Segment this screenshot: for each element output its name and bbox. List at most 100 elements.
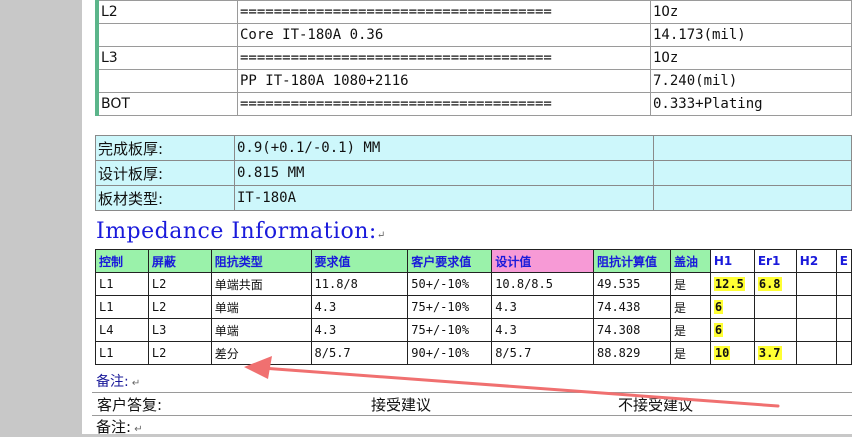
impedance-cell: L3	[147, 318, 212, 342]
impedance-cell: 50+/-10%	[407, 272, 493, 296]
impedance-cell: 74.438	[593, 295, 671, 319]
board-info-row: 完成板厚: 0.9(+0.1/-0.1) MM	[95, 135, 852, 161]
highlighted-value: 12.5	[713, 277, 745, 291]
impedance-cell	[795, 295, 837, 319]
impedance-cell: 11.8/8	[310, 272, 409, 296]
board-info-empty	[653, 185, 852, 211]
board-info-label: 完成板厚:	[95, 135, 235, 161]
impedance-row: L4 L3 单端 4.3 75+/-10% 4.3 74.308 是 6	[95, 318, 852, 342]
stackup-row: L3 ===================================== 1…	[96, 46, 852, 70]
customer-reply-label: 客户答复:	[97, 396, 163, 414]
board-info-row: 板材类型: IT-180A	[95, 185, 852, 211]
impedance-row: L1 L2 差分 8/5.7 90+/-10% 8/5.7 88.829 是 10 3.7	[95, 341, 852, 365]
stackup-table: L2 ===================================== 1…	[95, 0, 852, 116]
stackup-row: BOT =====================================…	[96, 92, 852, 116]
highlighted-value: 3.7	[757, 346, 782, 360]
stackup-material: =====================================	[237, 0, 651, 24]
impedance-cell: 4.3	[491, 295, 594, 319]
stackup-layer	[96, 23, 238, 47]
impedance-cell: 是	[669, 341, 711, 365]
highlighted-value: 6	[713, 300, 724, 314]
highlighted-value: 6	[713, 323, 724, 337]
impedance-header-cell: 屏蔽	[147, 249, 212, 273]
impedance-header-cell: 阻抗计算值	[593, 249, 671, 273]
board-info-value: 0.9(+0.1/-0.1) MM	[234, 135, 654, 161]
impedance-header-cell: 控制	[95, 249, 149, 273]
stackup-layer	[96, 69, 238, 93]
impedance-cell: 74.308	[593, 318, 671, 342]
impedance-header-cell: H2	[795, 249, 837, 273]
board-info-value: IT-180A	[234, 185, 654, 211]
impedance-header-cell: 设计值	[491, 249, 594, 273]
stackup-value: 0.333+Plating	[650, 92, 852, 116]
paragraph-mark-icon: ↵	[376, 230, 386, 241]
impedance-cell: 90+/-10%	[407, 341, 493, 365]
impedance-cell: 4.3	[310, 318, 409, 342]
impedance-cell: 6	[709, 295, 755, 319]
reject-suggestion-option[interactable]: 不接受建议	[618, 394, 693, 415]
impedance-cell: 12.5	[709, 272, 755, 296]
impedance-cell: L4	[95, 318, 149, 342]
stackup-row: Core IT-180A 0.36 14.173(mil)	[96, 23, 852, 47]
stackup-material: PP IT-180A 1080+2116	[237, 69, 651, 93]
impedance-cell	[835, 272, 852, 296]
impedance-cell: 是	[669, 295, 711, 319]
impedance-cell	[753, 318, 797, 342]
impedance-cell	[835, 318, 852, 342]
impedance-header-row: 控制 屏蔽 阻抗类型 要求值 客户要求值 设计值 阻抗计算值 盖油 H1 Er1 H2 E	[95, 249, 852, 273]
customer-reply-row	[92, 392, 852, 416]
impedance-header-cell: H1	[709, 249, 755, 273]
stackup-material: Core IT-180A 0.36	[237, 23, 651, 47]
impedance-row: L1 L2 单端共面 11.8/8 50+/-10% 10.8/8.5 49.535 是 12.…	[95, 272, 852, 296]
impedance-cell	[835, 341, 852, 365]
stackup-material: =====================================	[237, 46, 651, 70]
impedance-cell: 75+/-10%	[407, 295, 493, 319]
impedance-cell: L1	[95, 272, 149, 296]
impedance-cell: 6.8	[753, 272, 797, 296]
impedance-cell: 88.829	[593, 341, 671, 365]
stackup-layer: L2	[96, 0, 238, 24]
board-info-label: 设计板厚:	[95, 160, 235, 186]
impedance-cell: 49.535	[593, 272, 671, 296]
impedance-cell: 3.7	[753, 341, 797, 365]
stackup-row: L2 ===================================== 1…	[96, 0, 852, 24]
impedance-cell: 6	[709, 318, 755, 342]
impedance-cell: 4.3	[310, 295, 409, 319]
board-info-label: 板材类型:	[95, 185, 235, 211]
impedance-cell: L2	[147, 272, 212, 296]
board-info-table: 完成板厚: 0.9(+0.1/-0.1) MM 设计板厚: 0.815 MM 板材类型:…	[95, 135, 852, 211]
impedance-cell	[795, 341, 837, 365]
paragraph-mark-icon: ↵	[128, 378, 141, 389]
impedance-header-cell: Er1	[753, 249, 797, 273]
highlighted-value: 10	[713, 346, 731, 360]
stackup-value: 1Oz	[650, 0, 852, 24]
highlighted-value: 6.8	[757, 277, 782, 291]
impedance-cell: 8/5.7	[310, 341, 409, 365]
paragraph-mark-icon: ↵	[131, 424, 143, 435]
impedance-table: 控制 屏蔽 阻抗类型 要求值 客户要求值 设计值 阻抗计算值 盖油 H1 Er1 H2 E L1 L2 单…	[95, 249, 852, 365]
impedance-cell: L1	[95, 295, 149, 319]
impedance-header-cell: 阻抗类型	[210, 249, 312, 273]
stackup-layer: BOT	[96, 92, 238, 116]
impedance-cell	[753, 295, 797, 319]
impedance-cell: 8/5.7	[491, 341, 594, 365]
stackup-row: PP IT-180A 1080+2116 7.240(mil)	[96, 69, 852, 93]
board-info-empty	[653, 160, 852, 186]
impedance-cell: 是	[669, 318, 711, 342]
stackup-value: 14.173(mil)	[650, 23, 852, 47]
impedance-cell: 4.3	[491, 318, 594, 342]
impedance-header-cell: 盖油	[669, 249, 711, 273]
impedance-cell: 是	[669, 272, 711, 296]
impedance-header-cell: E	[835, 249, 852, 273]
impedance-title: Impedance Information:↵	[96, 219, 386, 244]
board-info-value: 0.815 MM	[234, 160, 654, 186]
impedance-cell: 单端共面	[210, 272, 312, 296]
impedance-cell: 10	[709, 341, 755, 365]
impedance-cell	[835, 295, 852, 319]
impedance-cell: 单端	[210, 295, 312, 319]
accept-suggestion-option[interactable]: 接受建议	[371, 394, 431, 415]
impedance-cell: 单端	[210, 318, 312, 342]
impedance-cell: 10.8/8.5	[491, 272, 594, 296]
stackup-value: 1Oz	[650, 46, 852, 70]
impedance-cell: L2	[147, 295, 212, 319]
